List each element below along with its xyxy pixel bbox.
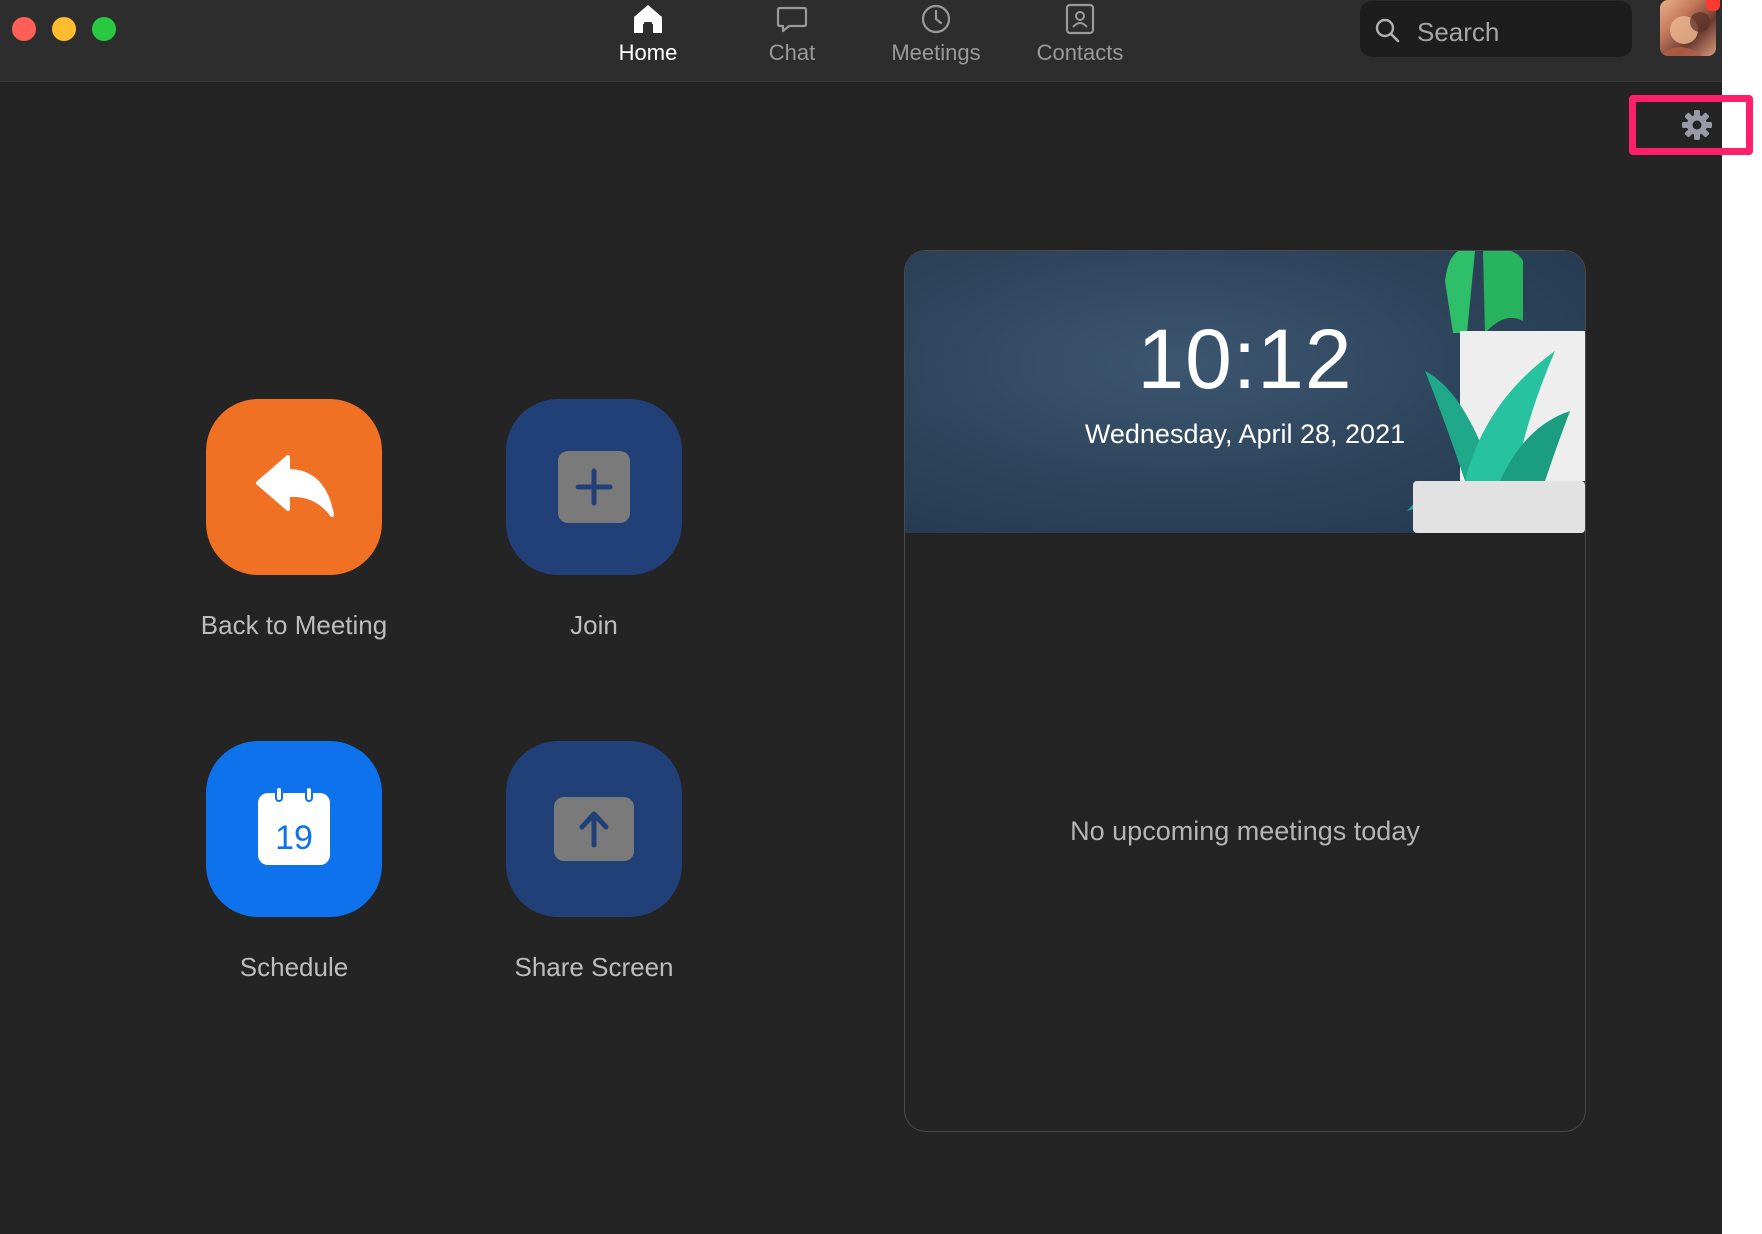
- back-to-meeting-label: Back to Meeting: [200, 610, 388, 640]
- tab-meetings[interactable]: Meetings: [871, 0, 1001, 80]
- no-meetings-message: No upcoming meetings today: [1070, 816, 1420, 846]
- back-to-meeting-button[interactable]: [206, 399, 382, 575]
- join-icon-tile: [558, 451, 630, 523]
- close-window-button[interactable]: [12, 17, 36, 41]
- tab-meetings-label: Meetings: [891, 40, 981, 65]
- home-icon: [634, 5, 662, 33]
- zoom-window-button[interactable]: [92, 17, 116, 41]
- schedule-button[interactable]: 19: [206, 741, 382, 917]
- calendar-icon: 19: [258, 786, 330, 865]
- minimize-window-button[interactable]: [52, 17, 76, 41]
- upload-arrow-icon: [579, 811, 609, 848]
- tab-chat[interactable]: Chat: [727, 0, 857, 80]
- clock-banner: 10:12 Wednesday, April 28, 2021: [905, 251, 1585, 533]
- share-icon-tile: [554, 797, 634, 861]
- share-screen-button[interactable]: [506, 741, 682, 917]
- tab-chat-label: Chat: [768, 40, 816, 65]
- title-bar: Home Chat Meetings Contacts Search: [0, 0, 1722, 82]
- upcoming-meetings-panel: 10:12 Wednesday, April 28, 2021 No upcom…: [904, 250, 1586, 1132]
- tab-home[interactable]: Home: [583, 0, 713, 80]
- chat-icon: [776, 6, 808, 33]
- search-box[interactable]: Search: [1360, 1, 1632, 57]
- background-strip: [1722, 0, 1762, 1234]
- search-placeholder: Search: [1417, 17, 1500, 47]
- tab-contacts-label: Contacts: [1036, 40, 1124, 65]
- calendar-day-number: 19: [275, 819, 313, 857]
- plus-icon: [575, 468, 613, 506]
- join-button[interactable]: [506, 399, 682, 575]
- search-icon: [1375, 18, 1400, 43]
- settings-highlight-annotation: [1629, 95, 1753, 155]
- join-label: Join: [570, 610, 618, 640]
- clock-icon: [921, 4, 951, 34]
- notification-badge: [1706, 0, 1720, 11]
- tab-home-label: Home: [618, 40, 678, 65]
- contact-card-icon: [1065, 3, 1095, 35]
- share-screen-label: Share Screen: [514, 952, 674, 982]
- schedule-label: Schedule: [239, 952, 349, 982]
- tab-contacts[interactable]: Contacts: [1015, 0, 1145, 80]
- zoom-app-window: Home Chat Meetings Contacts Search Back …: [0, 0, 1722, 1234]
- plant-illustration: [1407, 251, 1585, 533]
- reply-arrow-icon: [256, 455, 334, 517]
